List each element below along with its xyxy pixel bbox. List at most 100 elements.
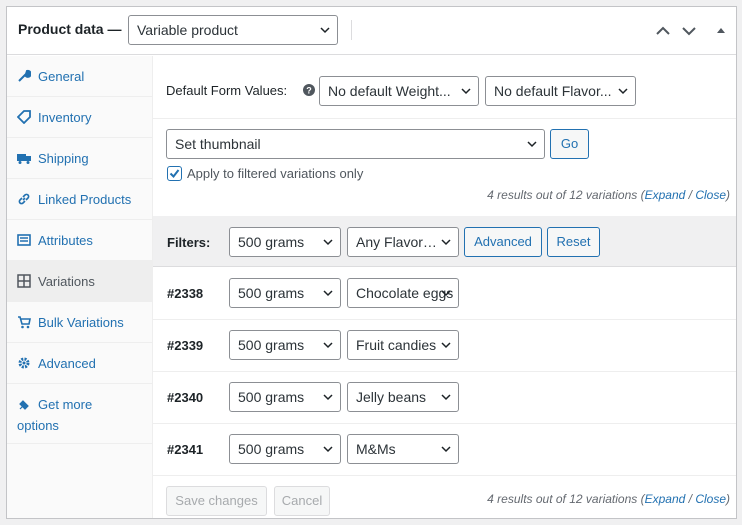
sidebar-item-label: Advanced <box>38 356 96 371</box>
list-icon <box>17 234 31 246</box>
default-weight-select[interactable]: No default Weight... <box>319 76 479 106</box>
variation-flavor-select[interactable]: Chocolate eggs <box>347 278 459 308</box>
sidebar-item-label: Bulk Variations <box>38 315 124 330</box>
link-icon <box>18 193 30 205</box>
truck-icon <box>17 154 31 164</box>
default-flavor-select[interactable]: No default Flavor... <box>485 76 636 106</box>
slash-text: / <box>685 188 696 202</box>
variation-flavor-value: M&Ms <box>356 441 396 457</box>
variation-weight-value: 500 grams <box>238 389 305 405</box>
variation-weight-select[interactable]: 500 grams <box>229 434 341 464</box>
product-data-panel: Product data — Variable product General … <box>6 6 737 519</box>
bulk-action-value: Set thumbnail <box>175 136 261 152</box>
filter-weight-select[interactable]: 500 grams <box>229 227 341 257</box>
chevron-down-icon <box>323 239 333 246</box>
chevron-down-icon <box>441 342 451 349</box>
default-weight-value: No default Weight... <box>328 83 451 99</box>
reset-filter-button[interactable]: Reset <box>547 227 600 257</box>
sidebar-item-advanced[interactable]: Advanced <box>7 343 152 384</box>
move-down-icon[interactable] <box>679 21 699 41</box>
close-link[interactable]: Close <box>695 492 726 506</box>
wrench-icon <box>18 69 31 82</box>
collapse-panel-icon[interactable] <box>711 21 731 41</box>
sidebar-item-variations[interactable]: Variations <box>7 261 152 302</box>
variations-panel: Default Form Values: ? No default Weight… <box>153 56 736 518</box>
sidebar-item-shipping[interactable]: Shipping <box>7 138 152 179</box>
go-button[interactable]: Go <box>550 129 589 159</box>
cart-icon <box>18 316 31 329</box>
variation-weight-value: 500 grams <box>238 441 305 457</box>
results-summary-top: 4 results out of 12 variations (Expand /… <box>487 188 730 202</box>
chevron-down-icon <box>618 88 628 95</box>
sidebar-item-label: Variations <box>38 274 95 289</box>
filters-bar: Filters: 500 grams Any Flavor… Advanced … <box>153 216 736 267</box>
variation-row[interactable]: #2339 500 grams Fruit candies <box>153 320 736 372</box>
variation-weight-select[interactable]: 500 grams <box>229 278 341 308</box>
sidebar-item-general[interactable]: General <box>7 56 152 97</box>
sidebar-item-attributes[interactable]: Attributes <box>7 220 152 261</box>
grid-icon <box>17 274 31 288</box>
sidebar-item-get-more-options[interactable]: Get more options <box>7 384 152 444</box>
sidebar-item-label: Shipping <box>38 151 89 166</box>
sidebar-item-label-line2: options <box>17 418 59 433</box>
save-changes-button[interactable]: Save changes <box>166 486 267 516</box>
header-divider <box>351 20 352 40</box>
default-flavor-value: No default Flavor... <box>494 83 612 99</box>
filter-flavor-select[interactable]: Any Flavor… <box>347 227 459 257</box>
variation-row[interactable]: #2338 500 grams Chocolate eggs <box>153 268 736 320</box>
variation-flavor-value: Chocolate eggs <box>356 285 454 301</box>
apply-filtered-label: Apply to filtered variations only <box>187 166 364 181</box>
bulk-action-select[interactable]: Set thumbnail <box>166 129 545 159</box>
move-up-icon[interactable] <box>653 21 673 41</box>
panel-title: Product data — <box>18 21 122 37</box>
advanced-filter-button[interactable]: Advanced <box>464 227 542 257</box>
variation-flavor-select[interactable]: M&Ms <box>347 434 459 464</box>
slash-text: / <box>685 492 696 506</box>
variation-flavor-select[interactable]: Fruit candies <box>347 330 459 360</box>
variation-row[interactable]: #2341 500 grams M&Ms <box>153 424 736 476</box>
chevron-down-icon <box>441 290 451 297</box>
variation-weight-value: 500 grams <box>238 337 305 353</box>
help-icon[interactable]: ? <box>303 84 315 96</box>
product-type-value: Variable product <box>137 22 238 38</box>
variation-row[interactable]: #2340 500 grams Jelly beans <box>153 372 736 424</box>
results-summary-bottom: 4 results out of 12 variations (Expand /… <box>487 492 730 506</box>
cancel-button[interactable]: Cancel <box>274 486 330 516</box>
chevron-down-icon <box>323 394 333 401</box>
sidebar-item-inventory[interactable]: Inventory <box>7 97 152 138</box>
sidebar-item-linked-products[interactable]: Linked Products <box>7 179 152 220</box>
filter-flavor-value: Any Flavor… <box>356 234 437 250</box>
variation-weight-value: 500 grams <box>238 285 305 301</box>
gear-icon <box>18 357 30 369</box>
sidebar-item-label: Get more <box>38 397 93 412</box>
plugin-icon <box>19 400 29 410</box>
product-data-tabs: General Inventory Shipping Linked Produc… <box>7 56 153 518</box>
chevron-down-icon <box>527 141 537 148</box>
tag-icon <box>17 110 31 124</box>
sidebar-item-label: Attributes <box>38 233 93 248</box>
expand-link[interactable]: Expand <box>645 492 686 506</box>
variation-flavor-value: Fruit candies <box>356 337 437 353</box>
paren-text: ) <box>726 188 730 202</box>
variation-id: #2338 <box>167 286 204 301</box>
chevron-down-icon <box>323 446 333 453</box>
chevron-down-icon <box>323 290 333 297</box>
chevron-down-icon <box>323 342 333 349</box>
checkmark-icon <box>169 169 180 179</box>
variation-weight-select[interactable]: 500 grams <box>229 330 341 360</box>
apply-filtered-checkbox[interactable] <box>167 166 182 181</box>
close-link[interactable]: Close <box>695 188 726 202</box>
chevron-down-icon <box>441 446 451 453</box>
sidebar-item-label: Linked Products <box>38 192 132 207</box>
product-type-select[interactable]: Variable product <box>128 15 338 45</box>
divider <box>153 118 736 119</box>
sidebar-item-bulk-variations[interactable]: Bulk Variations <box>7 302 152 343</box>
chevron-down-icon <box>461 88 471 95</box>
sidebar-item-label: Inventory <box>38 110 92 125</box>
results-text: 4 results out of 12 variations ( <box>487 492 645 506</box>
expand-link[interactable]: Expand <box>645 188 686 202</box>
variation-flavor-select[interactable]: Jelly beans <box>347 382 459 412</box>
paren-text: ) <box>726 492 730 506</box>
filters-label: Filters: <box>167 235 211 250</box>
variation-weight-select[interactable]: 500 grams <box>229 382 341 412</box>
